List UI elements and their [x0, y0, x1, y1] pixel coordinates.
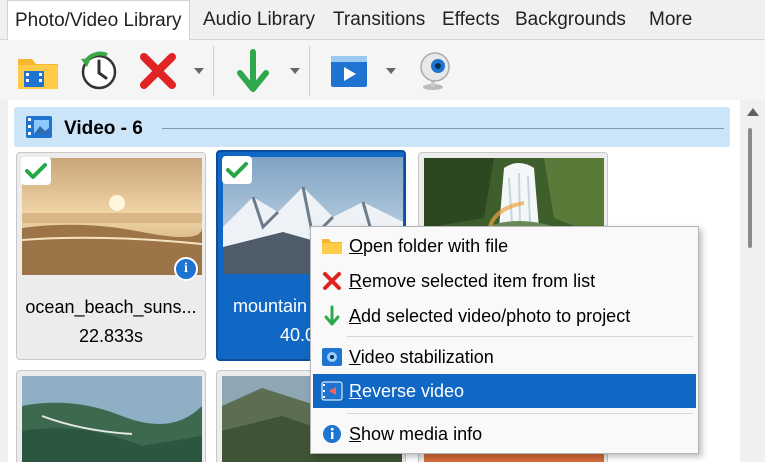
media-card[interactable]: i ocean_beach_suns... 22.833s — [16, 152, 206, 360]
video-thumbnail — [22, 376, 202, 462]
red-x-icon — [140, 53, 176, 89]
tab-photo-video-library[interactable]: Photo/Video Library — [7, 0, 190, 41]
menu-item-label: Video stabilization — [349, 346, 494, 367]
selection-checkbox[interactable] — [21, 157, 51, 185]
media-name: ocean_beach_suns... — [25, 297, 197, 317]
info-icon[interactable]: i — [174, 257, 198, 281]
video-play-icon — [331, 56, 367, 87]
menu-item-label: Show media info — [349, 423, 483, 444]
toolbar-divider — [213, 46, 214, 96]
menu-item-label: Remove selected item from list — [349, 270, 596, 291]
info-icon — [323, 425, 341, 443]
video-group-icon — [26, 116, 52, 138]
caret-down-icon — [386, 68, 396, 74]
folder-film-icon — [18, 59, 58, 89]
vertical-scrollbar[interactable] — [740, 100, 765, 462]
remove-button[interactable] — [135, 48, 181, 94]
menu-separator — [347, 413, 693, 414]
menu-item-open-folder[interactable]: Open folder with file — [313, 229, 696, 263]
folder-icon — [322, 239, 342, 254]
video-tools-dropdown-caret[interactable] — [385, 66, 397, 76]
clock-refresh-icon — [81, 51, 117, 90]
webcam-icon — [420, 52, 450, 90]
recent-button[interactable] — [76, 48, 122, 94]
stabilization-icon — [322, 348, 342, 366]
menu-item-video-stabilization[interactable]: Video stabilization — [313, 340, 696, 374]
green-down-arrow-icon — [237, 49, 269, 92]
red-x-icon — [323, 272, 341, 290]
group-divider — [162, 128, 724, 129]
menu-item-remove[interactable]: Remove selected item from list — [313, 264, 696, 298]
checkmark-icon — [226, 162, 248, 178]
scroll-thumb[interactable] — [748, 128, 752, 248]
caret-down-icon — [194, 68, 204, 74]
video-tools-button[interactable] — [326, 48, 372, 94]
remove-dropdown-caret[interactable] — [193, 66, 205, 76]
group-title: Video - 6 — [64, 118, 143, 139]
menu-item-label: Open folder with file — [349, 235, 509, 256]
context-menu: Open folder with file Remove selected it… — [310, 226, 699, 454]
reverse-video-icon — [321, 381, 343, 401]
tab-backgrounds[interactable]: Backgrounds — [515, 9, 626, 31]
add-folder-button[interactable] — [15, 48, 61, 94]
menu-item-reverse-video[interactable]: Reverse video — [313, 374, 696, 408]
selection-checkbox[interactable] — [222, 156, 252, 184]
menu-item-label: Add selected video/photo to project — [349, 305, 631, 326]
toolbar — [0, 40, 765, 100]
tab-transitions[interactable]: Transitions — [333, 9, 425, 31]
green-down-arrow-icon — [324, 305, 340, 326]
tab-bar: Photo/Video Library Audio Library Transi… — [0, 0, 765, 41]
webcam-button[interactable] — [412, 48, 458, 94]
group-header-video[interactable]: Video - 6 — [14, 107, 730, 147]
tab-effects[interactable]: Effects — [442, 9, 500, 31]
toolbar-divider — [309, 46, 310, 96]
caret-down-icon — [290, 68, 300, 74]
tab-audio-library[interactable]: Audio Library — [203, 9, 315, 31]
add-to-project-button[interactable] — [230, 48, 276, 94]
menu-separator — [347, 336, 693, 337]
scroll-up-arrow[interactable] — [747, 108, 759, 116]
menu-item-label: Reverse video — [349, 380, 465, 401]
menu-item-add-to-project[interactable]: Add selected video/photo to project — [313, 299, 696, 333]
tab-more[interactable]: More — [649, 9, 692, 31]
media-card[interactable] — [16, 370, 206, 462]
media-duration: 22.833s — [78, 326, 144, 346]
add-dropdown-caret[interactable] — [289, 66, 301, 76]
menu-item-show-media-info[interactable]: Show media info — [313, 417, 696, 451]
checkmark-icon — [25, 163, 47, 179]
